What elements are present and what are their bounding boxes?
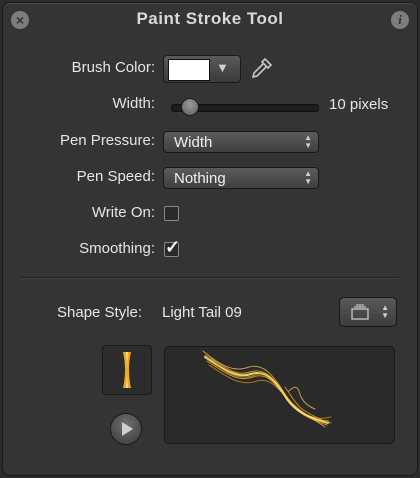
checkmark-icon: ✓ (165, 237, 181, 257)
pen-pressure-select[interactable]: Width ▲ ▼ (163, 131, 319, 153)
chevron-down-icon[interactable]: ▼ (216, 60, 229, 75)
smoothing-checkbox[interactable]: ✓ (164, 237, 180, 257)
brush-shape-thumbnail[interactable] (102, 345, 152, 395)
shape-style-value: Light Tail 09 (162, 304, 242, 321)
brush-color-label: Brush Color: (71, 59, 155, 76)
play-button[interactable] (110, 413, 142, 445)
preset-stack-icon (351, 304, 369, 320)
window-title: Paint Stroke Tool (136, 9, 284, 28)
write-on-checkbox[interactable] (164, 206, 179, 221)
width-value: 10 pixels (329, 96, 389, 113)
info-icon[interactable]: i (391, 11, 409, 29)
pen-pressure-label: Pen Pressure: (59, 132, 155, 149)
write-on-label: Write On: (91, 204, 155, 221)
paint-stroke-hud: × Paint Stroke Tool i Brush Color: ▼ Wid… (2, 2, 418, 476)
pen-speed-value: Nothing (174, 170, 226, 187)
stroke-preview (164, 346, 395, 444)
width-label: Width: (112, 95, 155, 112)
shape-style-preset-button[interactable]: ▲ ▼ (339, 297, 397, 327)
width-slider-knob[interactable] (181, 98, 200, 116)
updown-arrows-icon: ▲ ▼ (304, 169, 312, 186)
pen-speed-label: Pen Speed: (76, 168, 155, 185)
divider (21, 277, 399, 278)
brush-color-swatch (168, 59, 210, 81)
stroke-preview-graphic (202, 350, 332, 428)
shape-style-label: Shape Style: (57, 304, 143, 321)
updown-arrows-icon: ▲ ▼ (381, 303, 389, 320)
brush-color-well[interactable]: ▼ (163, 55, 241, 83)
brush-profile-icon (123, 352, 131, 388)
pen-speed-select[interactable]: Nothing ▲ ▼ (163, 167, 319, 189)
updown-arrows-icon: ▲ ▼ (304, 133, 312, 150)
play-icon (122, 422, 133, 436)
smoothing-label: Smoothing: (79, 240, 155, 257)
pen-pressure-value: Width (174, 134, 213, 151)
eyedropper-icon[interactable] (248, 56, 274, 82)
